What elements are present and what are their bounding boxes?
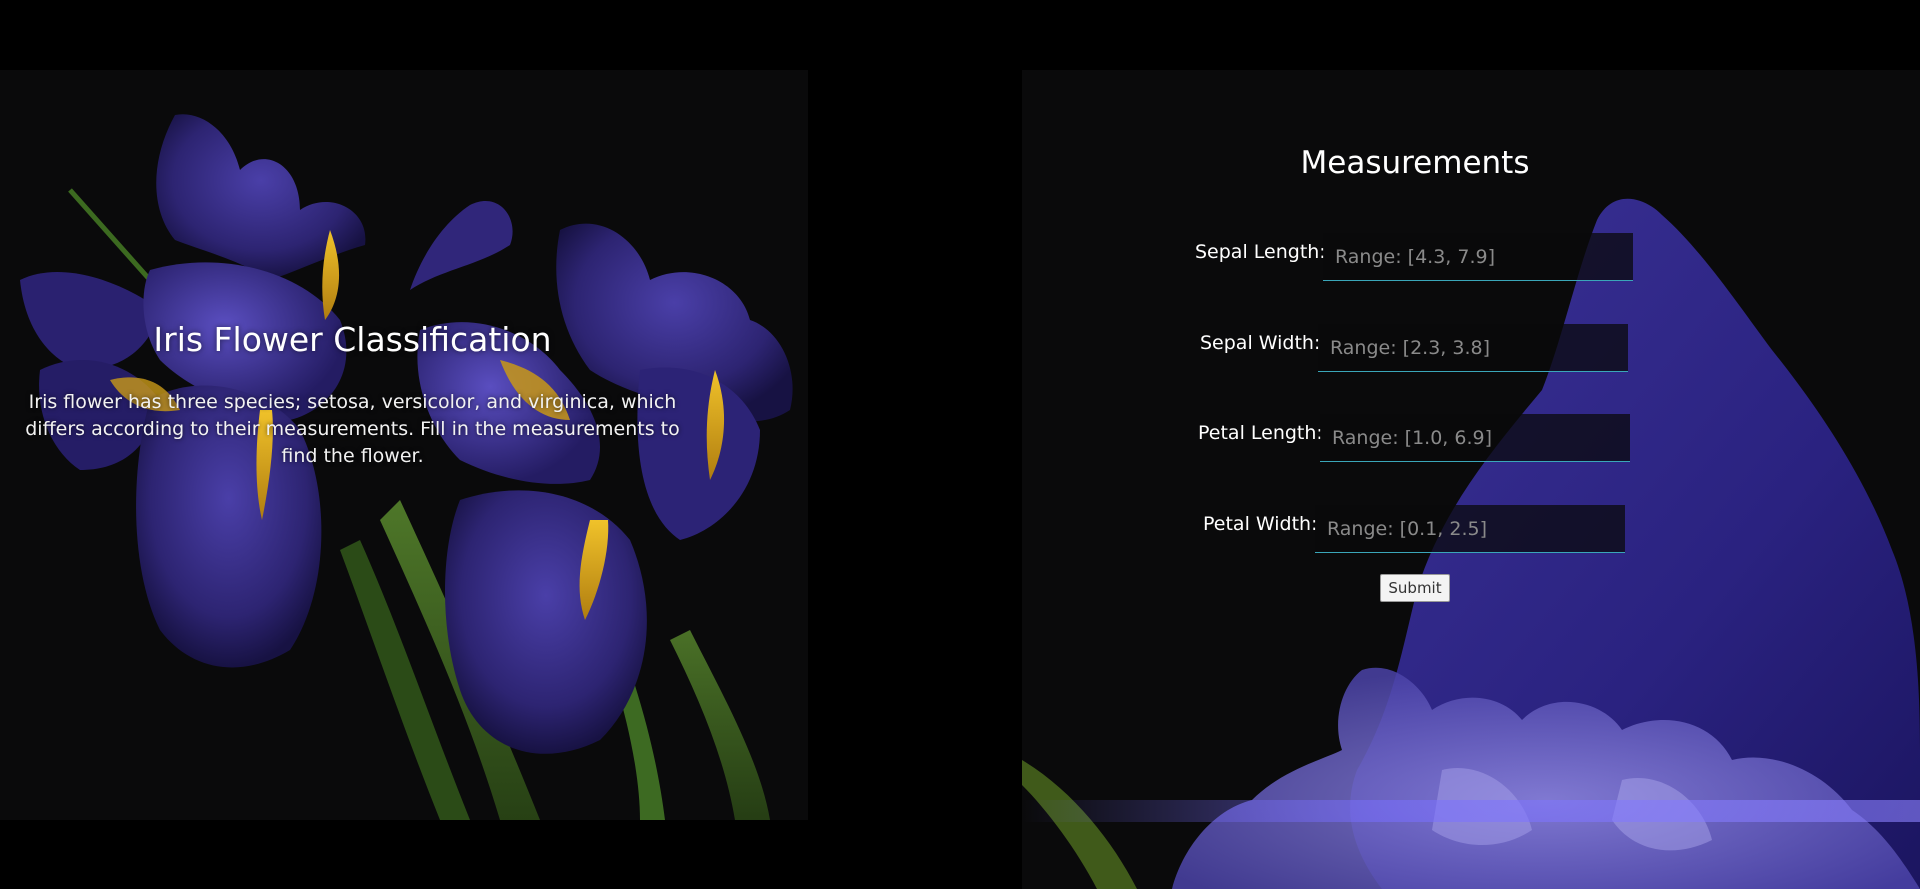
page-title: Iris Flower Classification xyxy=(153,320,552,359)
form-panel xyxy=(1022,70,1920,889)
petal-length-input[interactable] xyxy=(1320,414,1630,462)
sepal-width-input[interactable] xyxy=(1318,324,1628,372)
sepal-length-input[interactable] xyxy=(1323,233,1633,281)
intro-panel: Iris Flower Classification Iris flower h… xyxy=(0,70,808,820)
submit-button[interactable]: Submit xyxy=(1380,574,1450,602)
sepal-length-label: Sepal Length: xyxy=(1195,241,1326,263)
iris-illustration-right xyxy=(1022,198,1920,889)
top-band xyxy=(0,0,1920,70)
petal-width-label: Petal Width: xyxy=(1203,513,1318,535)
petal-length-label: Petal Length: xyxy=(1198,422,1323,444)
decorative-glow-strip xyxy=(1022,800,1920,822)
petal-width-input[interactable] xyxy=(1315,505,1625,553)
sepal-width-label: Sepal Width: xyxy=(1200,332,1321,354)
intro-description: Iris flower has three species; setosa, v… xyxy=(25,391,680,467)
form-title: Measurements xyxy=(1300,145,1530,181)
intro-text-block: Iris Flower Classification Iris flower h… xyxy=(0,320,705,470)
